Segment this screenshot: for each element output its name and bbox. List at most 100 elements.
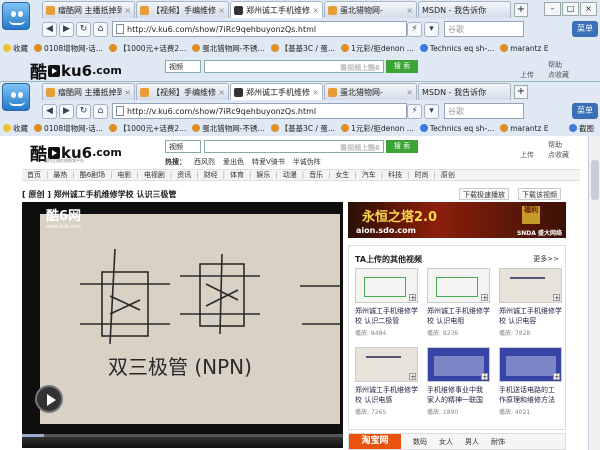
- nav-item[interactable]: 女生: [335, 170, 349, 180]
- bookmark[interactable]: 【基基3C / 蛋...: [270, 123, 335, 134]
- bookmark[interactable]: 蛋北猎物网-不锈...: [192, 123, 265, 134]
- bookmark[interactable]: 0108增物网-话...: [34, 123, 103, 134]
- close-icon[interactable]: ×: [406, 6, 413, 15]
- nav-item[interactable]: 电视剧: [144, 170, 165, 180]
- back-icon[interactable]: ◀: [42, 103, 57, 119]
- nav-item[interactable]: 娱乐: [256, 170, 270, 180]
- list-item[interactable]: + 手机维修事业中我 家人的精神一联国 播放: 1890: [427, 347, 491, 416]
- download-fast-button[interactable]: 下载极速播放: [459, 188, 509, 200]
- close-icon[interactable]: ×: [312, 88, 319, 97]
- list-item[interactable]: + 郑州诚工手机维修学校 认识电感 播放: 7265: [355, 347, 419, 416]
- video-item-title[interactable]: 郑州诚工手机维修学校 认识电容: [499, 306, 563, 326]
- bookmark[interactable]: 1元彩/拒denon ...: [341, 123, 414, 134]
- video-thumbnail[interactable]: +: [427, 268, 490, 303]
- taobao-link[interactable]: 女人: [439, 437, 453, 447]
- nav-item[interactable]: 科技: [388, 170, 402, 180]
- nav-item[interactable]: 资讯: [177, 170, 191, 180]
- nav-item[interactable]: 酷6剧场: [80, 170, 105, 180]
- video-item-title[interactable]: 郑州诚工手机维修学校 认识二极管: [355, 306, 419, 326]
- add-icon[interactable]: +: [553, 373, 560, 381]
- hot-link[interactable]: 特爱V骑书: [252, 158, 285, 166]
- new-tab-button[interactable]: +: [514, 3, 528, 17]
- hot-link[interactable]: 半诚伪阵: [293, 158, 321, 166]
- bookmark[interactable]: Technics eq sh-...: [419, 44, 494, 53]
- lightning-icon[interactable]: ⚡: [407, 21, 422, 37]
- tab-3[interactable]: 郑州诚工手机维修 ×: [230, 1, 323, 18]
- taobao-logo[interactable]: 淘宝网: [349, 434, 401, 449]
- help-link[interactable]: 帮助: [548, 60, 562, 70]
- list-item[interactable]: + 郑州诚工手机维修学校 认识电阻 播放: 8236: [427, 268, 491, 337]
- hot-link[interactable]: 爱出色: [223, 158, 244, 166]
- list-item[interactable]: + 手机送话电路的工 作原理和维修方法 播放: 4021: [499, 347, 563, 416]
- video-thumbnail[interactable]: +: [499, 347, 562, 382]
- tab-5[interactable]: MSDN - 我告诉你: [418, 1, 511, 18]
- maximize-icon[interactable]: □: [562, 2, 579, 16]
- add-icon[interactable]: +: [481, 294, 488, 302]
- list-item[interactable]: + 郑州诚工手机维修学校 认识电容 播放: 7828: [499, 268, 563, 337]
- bookmark[interactable]: 蛋北猎物网-不锈...: [192, 43, 265, 54]
- bookmark[interactable]: 【1000元+话费2...: [108, 123, 186, 134]
- video-player[interactable]: 双三极管 (NPN) 酷6网 www.ku6.com: [22, 202, 343, 448]
- video-item-title[interactable]: 手机维修事业中我 家人的精神一联国: [427, 385, 491, 405]
- bookmark[interactable]: 【1000元+话费2...: [108, 43, 186, 54]
- bookmark[interactable]: marantz E: [500, 44, 549, 53]
- taobao-link[interactable]: 数码: [413, 437, 427, 447]
- list-item[interactable]: + 郑州诚工手机维修学校 认识二极管 播放: 8484: [355, 268, 419, 337]
- browser-logo-icon[interactable]: [2, 83, 30, 111]
- add-icon[interactable]: +: [553, 294, 560, 302]
- close-icon[interactable]: ×: [312, 6, 319, 15]
- tab-1[interactable]: 瘤酷网 主播抵掉到 ×: [42, 83, 135, 100]
- close-icon[interactable]: ×: [406, 88, 413, 97]
- tab-5[interactable]: MSDN - 我告诉你: [418, 83, 511, 100]
- search-input[interactable]: 谷歌: [444, 21, 524, 37]
- close-window-icon[interactable]: ×: [580, 2, 597, 16]
- tab-4[interactable]: 蛋北猎物网- ×: [324, 1, 417, 18]
- bookmark[interactable]: 1元彩/拒denon ...: [341, 43, 414, 54]
- video-item-title[interactable]: 手机送话电路的工 作原理和维修方法: [499, 385, 563, 405]
- taobao-link[interactable]: 耐饰: [491, 437, 505, 447]
- video-thumbnail[interactable]: +: [499, 268, 562, 303]
- home-icon[interactable]: ⌂: [93, 103, 108, 119]
- add-icon[interactable]: +: [409, 294, 416, 302]
- address-bar[interactable]: http://v.ku6.com/show/7iRc9qehbuyonzQs.h…: [112, 103, 407, 119]
- back-icon[interactable]: ◀: [42, 21, 57, 37]
- nav-item[interactable]: 汽车: [362, 170, 376, 180]
- nav-item[interactable]: 最热: [53, 170, 67, 180]
- site-search-input[interactable]: 看视频上酷6: [204, 140, 384, 153]
- game-ad-banner[interactable]: 永恒之塔2.0 aion.sdo.com SNDA 盛大网络 福利: [348, 202, 566, 238]
- ku6-logo[interactable]: 酷 ku6 .com: [30, 58, 122, 84]
- upload-link[interactable]: 上传: [520, 150, 534, 160]
- nav-item[interactable]: 体育: [230, 170, 244, 180]
- site-search-input[interactable]: 看视频上酷6: [204, 60, 384, 73]
- dropdown-icon[interactable]: ▾: [424, 21, 439, 37]
- nav-item[interactable]: 财经: [204, 170, 218, 180]
- nav-item[interactable]: 首页: [27, 170, 41, 180]
- more-link[interactable]: 更多>>: [533, 254, 559, 264]
- add-icon[interactable]: +: [409, 373, 416, 381]
- dropdown-icon[interactable]: ▾: [424, 103, 439, 119]
- bookmark[interactable]: 【基基3C / 蛋...: [270, 43, 335, 54]
- favorites-button[interactable]: 收藏: [3, 43, 28, 54]
- video-thumbnail[interactable]: +: [427, 347, 490, 382]
- tab-1[interactable]: 瘤酷网 主播抵掉到 ×: [42, 1, 135, 18]
- close-icon[interactable]: ×: [124, 6, 131, 15]
- screenshot-button[interactable]: 截图: [569, 123, 594, 134]
- refresh-icon[interactable]: ↻: [76, 103, 91, 119]
- address-bar[interactable]: http://v.ku6.com/show/7iRc9qehbuyonzQs.h…: [112, 21, 407, 37]
- nav-item[interactable]: 电影: [118, 170, 132, 180]
- tab-2[interactable]: 【视频】手编维修子×: [136, 1, 229, 18]
- favorite-link[interactable]: 点收藏: [548, 150, 569, 160]
- refresh-icon[interactable]: ↻: [76, 21, 91, 37]
- lightning-icon[interactable]: ⚡: [407, 103, 422, 119]
- menu-button[interactable]: 菜单: [572, 103, 598, 119]
- bookmark[interactable]: 0108增物网-话...: [34, 43, 103, 54]
- search-type-select[interactable]: 视频: [165, 60, 201, 73]
- home-icon[interactable]: ⌂: [93, 21, 108, 37]
- forward-icon[interactable]: ▶: [59, 21, 74, 37]
- nav-item[interactable]: 原创: [441, 170, 455, 180]
- bookmark[interactable]: marantz E: [500, 124, 549, 133]
- site-search-button[interactable]: 搜 索: [386, 140, 418, 153]
- search-type-select[interactable]: 视频: [165, 140, 201, 153]
- video-thumbnail[interactable]: +: [355, 268, 418, 303]
- new-tab-button[interactable]: +: [514, 85, 528, 99]
